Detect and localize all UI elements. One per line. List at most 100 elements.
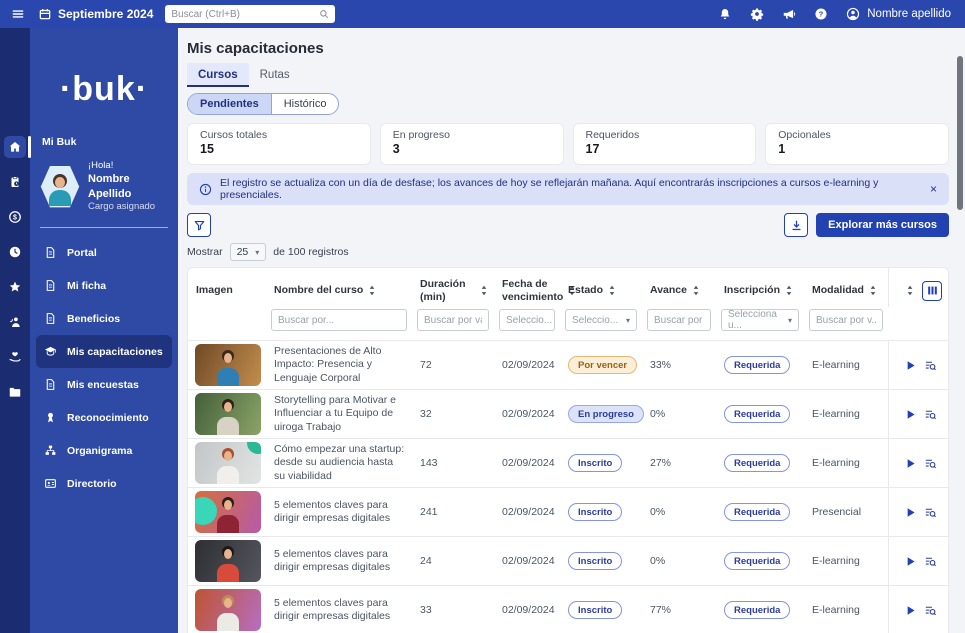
- sidebar-item-mis-capacitaciones[interactable]: Mis capacitaciones: [36, 335, 172, 368]
- page-size-select[interactable]: 25 ▾: [230, 243, 267, 261]
- course-actions-cell: [888, 488, 949, 537]
- document-icon: [44, 378, 57, 391]
- records-count-label: de 100 registros: [273, 246, 348, 258]
- org-chart-icon: [44, 444, 57, 457]
- sidebar-item-mi-ficha[interactable]: Mi ficha: [36, 269, 172, 302]
- table-filter-row: Seleccio... Seleccio...▾ Selecciona u...…: [188, 307, 949, 341]
- column-settings-button[interactable]: [922, 281, 942, 301]
- announcements-megaphone-icon[interactable]: [781, 7, 796, 22]
- inscription-badge: Requerida: [724, 405, 790, 423]
- sidebar-menu: Portal Mi ficha Beneficios Mis capacitac…: [30, 236, 178, 500]
- course-status-cell: Inscrito: [560, 537, 642, 586]
- filter-inscription-select[interactable]: Selecciona u...▾: [721, 309, 799, 331]
- tab-cursos[interactable]: Cursos: [187, 63, 249, 87]
- view-details-icon[interactable]: [924, 604, 937, 617]
- sort-icon[interactable]: [608, 285, 616, 296]
- settings-gear-icon[interactable]: [749, 7, 764, 22]
- course-row: Cómo empezar una startup: desde su audie…: [188, 439, 949, 488]
- course-duration-cell: 241: [412, 488, 494, 537]
- view-details-icon[interactable]: [924, 506, 937, 519]
- col-nombre: Nombre del curso: [266, 268, 412, 307]
- period-selector[interactable]: Septiembre 2024: [37, 7, 153, 22]
- toggle-pendientes[interactable]: Pendientes: [188, 94, 271, 114]
- sidebar-item-beneficios[interactable]: Beneficios: [36, 302, 172, 335]
- course-progress-cell: 77%: [642, 586, 716, 633]
- course-image-cell: [188, 390, 266, 439]
- filter-status-select[interactable]: Seleccio...▾: [565, 309, 637, 331]
- rail-clipboard-clock-icon[interactable]: [4, 171, 26, 193]
- col-imagen: Imagen: [188, 268, 266, 307]
- banner-close-icon[interactable]: ×: [930, 182, 937, 196]
- sort-icon[interactable]: [906, 285, 914, 296]
- user-menu[interactable]: Nombre apellido: [845, 7, 951, 22]
- course-thumbnail: [195, 442, 261, 484]
- sort-icon[interactable]: [368, 285, 376, 296]
- play-course-icon[interactable]: [904, 555, 917, 568]
- funnel-icon: [193, 219, 206, 232]
- play-course-icon[interactable]: [904, 457, 917, 470]
- avatar: [40, 165, 80, 209]
- rail-home-icon[interactable]: [4, 136, 26, 158]
- rail-benefits-hand-heart-icon[interactable]: [4, 346, 26, 368]
- rail-star-icon[interactable]: [4, 276, 26, 298]
- notifications-bell-icon[interactable]: [717, 7, 732, 22]
- sidebar-item-organigrama[interactable]: Organigrama: [36, 434, 172, 467]
- play-course-icon[interactable]: [904, 359, 917, 372]
- play-course-icon[interactable]: [904, 604, 917, 617]
- toggle-historico[interactable]: Histórico: [271, 94, 339, 114]
- svg-text:?: ?: [818, 10, 823, 19]
- view-details-icon[interactable]: [924, 555, 937, 568]
- filter-due-date-picker[interactable]: Seleccio...: [499, 309, 555, 331]
- sidebar-item-portal[interactable]: Portal: [36, 236, 172, 269]
- course-inscription-cell: Requerida: [716, 341, 804, 390]
- sort-icon[interactable]: [480, 285, 488, 296]
- rail-payments-dollar-icon[interactable]: $: [4, 206, 26, 228]
- courses-table: Imagen Nombre del curso Duración (min) F…: [187, 267, 949, 633]
- course-thumbnail: [195, 393, 261, 435]
- tab-rutas[interactable]: Rutas: [249, 63, 301, 87]
- course-row: 5 elementos claves para dirigir empresas…: [188, 586, 949, 633]
- view-details-icon[interactable]: [924, 408, 937, 421]
- col-duracion: Duración (min): [412, 268, 494, 307]
- table-actions-row: Explorar más cursos: [187, 213, 949, 237]
- course-thumbnail: [195, 589, 261, 631]
- view-details-icon[interactable]: [924, 457, 937, 470]
- course-modality-cell: E-learning: [804, 439, 888, 488]
- view-details-icon[interactable]: [924, 359, 937, 372]
- play-course-icon[interactable]: [904, 506, 917, 519]
- course-status-cell: En progreso: [560, 390, 642, 439]
- sidebar-user-card[interactable]: ¡Hola! Nombre Apellido Cargo asignado: [40, 160, 170, 213]
- explore-more-courses-button[interactable]: Explorar más cursos: [816, 213, 949, 237]
- banner-message: El registro se actualiza con un día de d…: [220, 177, 922, 201]
- sidebar-item-directorio[interactable]: Directorio: [36, 467, 172, 500]
- help-icon[interactable]: ?: [813, 7, 828, 22]
- user-name-label: Nombre apellido: [867, 8, 951, 20]
- course-actions-cell: [888, 390, 949, 439]
- scrollbar-thumb[interactable]: [957, 56, 963, 210]
- download-button[interactable]: [784, 213, 808, 237]
- sort-icon[interactable]: [785, 285, 793, 296]
- document-icon: [44, 279, 57, 292]
- course-due-date-cell: 02/09/2024: [494, 488, 560, 537]
- rail-people-icon[interactable]: [4, 311, 26, 333]
- filter-duration-input[interactable]: [417, 309, 489, 331]
- filter-progress-input[interactable]: [647, 309, 711, 331]
- menu-icon[interactable]: [10, 7, 25, 22]
- status-badge: Inscrito: [568, 601, 622, 619]
- course-name-cell: 5 elementos claves para dirigir empresas…: [266, 586, 412, 633]
- sort-icon[interactable]: [869, 285, 877, 296]
- rail-folder-icon[interactable]: [4, 381, 26, 403]
- stat-en-progreso: En progreso 3: [380, 123, 564, 165]
- filter-modality-input[interactable]: [809, 309, 883, 331]
- play-course-icon[interactable]: [904, 408, 917, 421]
- global-search-input[interactable]: Buscar (Ctrl+B): [165, 5, 335, 23]
- filter-button[interactable]: [187, 213, 211, 237]
- col-avance: Avance: [642, 268, 716, 307]
- filter-course-input[interactable]: [271, 309, 407, 331]
- course-due-date-cell: 02/09/2024: [494, 586, 560, 633]
- sidebar-item-reconocimiento[interactable]: Reconocimiento: [36, 401, 172, 434]
- rail-time-clock-icon[interactable]: [4, 241, 26, 263]
- sidebar-item-mis-encuestas[interactable]: Mis encuestas: [36, 368, 172, 401]
- sort-icon[interactable]: [692, 285, 700, 296]
- course-progress-cell: 33%: [642, 341, 716, 390]
